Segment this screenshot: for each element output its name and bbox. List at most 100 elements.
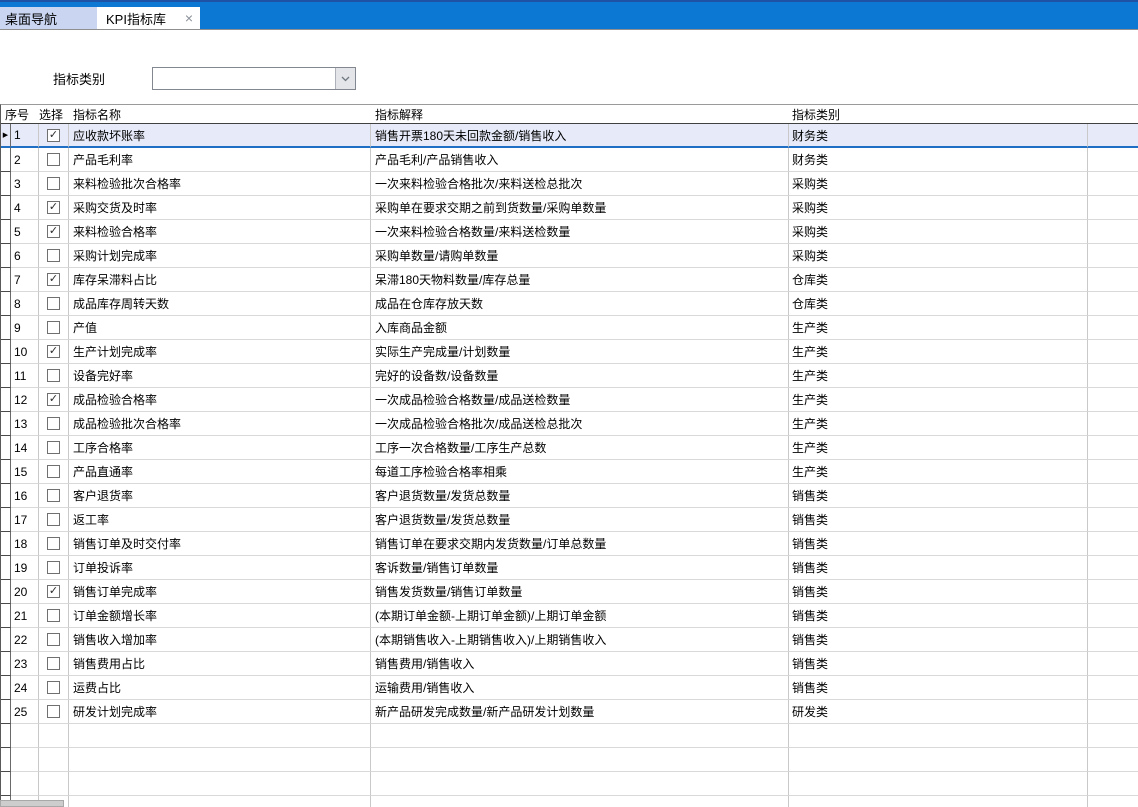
row-selector-gutter[interactable] xyxy=(1,772,11,796)
header-seq[interactable]: 序号 xyxy=(1,105,39,123)
row-seq: 12 xyxy=(11,388,39,412)
table-row[interactable]: 16 客户退货率 客户退货数量/发货总数量 销售类 xyxy=(1,484,1138,508)
table-row[interactable]: 6 采购计划完成率 采购单数量/请购单数量 采购类 xyxy=(1,244,1138,268)
row-checkbox[interactable] xyxy=(47,657,60,670)
header-indicator-explanation[interactable]: 指标解释 xyxy=(371,105,789,123)
table-row[interactable]: 5 ✓ 来料检验合格率 一次来料检验合格数量/来料送检数量 采购类 xyxy=(1,220,1138,244)
row-selector-gutter[interactable] xyxy=(1,292,11,316)
row-checkbox[interactable] xyxy=(47,297,60,310)
row-checkbox[interactable]: ✓ xyxy=(47,201,60,214)
row-selector-gutter[interactable] xyxy=(1,340,11,364)
row-selector-gutter[interactable] xyxy=(1,388,11,412)
table-row[interactable]: ▶ 1 ✓ 应收款坏账率 销售开票180天未回款金额/销售收入 财务类 xyxy=(1,124,1138,148)
table-row[interactable]: 13 成品检验批次合格率 一次成品检验合格批次/成品送检总批次 生产类 xyxy=(1,412,1138,436)
row-checkbox[interactable] xyxy=(47,489,60,502)
row-indicator-explanation: 一次成品检验合格批次/成品送检总批次 xyxy=(371,412,789,436)
row-checkbox[interactable]: ✓ xyxy=(47,585,60,598)
table-row[interactable] xyxy=(1,772,1138,796)
row-checkbox[interactable] xyxy=(47,465,60,478)
row-selector-gutter[interactable] xyxy=(1,172,11,196)
table-row[interactable]: 15 产品直通率 每道工序检验合格率相乘 生产类 xyxy=(1,460,1138,484)
row-selector-gutter[interactable] xyxy=(1,148,11,172)
row-seq: 15 xyxy=(11,460,39,484)
table-row[interactable]: 11 设备完好率 完好的设备数/设备数量 生产类 xyxy=(1,364,1138,388)
row-selector-gutter[interactable] xyxy=(1,628,11,652)
row-selector-gutter[interactable] xyxy=(1,244,11,268)
row-selector-gutter[interactable] xyxy=(1,700,11,724)
tab-close-icon[interactable]: × xyxy=(185,11,193,25)
table-row[interactable]: 8 成品库存周转天数 成品在仓库存放天数 仓库类 xyxy=(1,292,1138,316)
table-row[interactable]: 7 ✓ 库存呆滞料占比 呆滞180天物料数量/库存总量 仓库类 xyxy=(1,268,1138,292)
row-selector-gutter[interactable]: ▶ xyxy=(1,124,11,148)
table-row[interactable]: 20 ✓ 销售订单完成率 销售发货数量/销售订单数量 销售类 xyxy=(1,580,1138,604)
row-checkbox[interactable]: ✓ xyxy=(47,225,60,238)
table-row[interactable]: 25 研发计划完成率 新产品研发完成数量/新产品研发计划数量 研发类 xyxy=(1,700,1138,724)
row-selector-gutter[interactable] xyxy=(1,580,11,604)
row-selector-gutter[interactable] xyxy=(1,484,11,508)
table-row[interactable]: 19 订单投诉率 客诉数量/销售订单数量 销售类 xyxy=(1,556,1138,580)
row-checkbox[interactable] xyxy=(47,441,60,454)
row-selector-gutter[interactable] xyxy=(1,196,11,220)
header-indicator-category[interactable]: 指标类别 xyxy=(789,105,1088,123)
table-row[interactable] xyxy=(1,724,1138,748)
row-checkbox[interactable]: ✓ xyxy=(47,129,60,142)
row-checkbox[interactable] xyxy=(47,561,60,574)
row-checkbox[interactable]: ✓ xyxy=(47,273,60,286)
header-indicator-name[interactable]: 指标名称 xyxy=(69,105,371,123)
table-row[interactable]: 22 销售收入增加率 (本期销售收入-上期销售收入)/上期销售收入 销售类 xyxy=(1,628,1138,652)
row-checkbox[interactable] xyxy=(47,417,60,430)
tab-kpi-library[interactable]: KPI指标库 × xyxy=(97,7,200,29)
row-checkbox[interactable] xyxy=(47,177,60,190)
indicator-category-dropdown[interactable] xyxy=(152,67,356,90)
row-checkbox[interactable] xyxy=(47,153,60,166)
table-row[interactable]: 2 产品毛利率 产品毛利/产品销售收入 财务类 xyxy=(1,148,1138,172)
table-row[interactable]: 23 销售费用占比 销售费用/销售收入 销售类 xyxy=(1,652,1138,676)
row-selector-gutter[interactable] xyxy=(1,268,11,292)
row-selector-gutter[interactable] xyxy=(1,676,11,700)
table-row[interactable]: 4 ✓ 采购交货及时率 采购单在要求交期之前到货数量/采购单数量 采购类 xyxy=(1,196,1138,220)
header-select[interactable]: 选择 xyxy=(39,105,69,123)
row-trailing-cell xyxy=(1088,556,1138,580)
row-selector-gutter[interactable] xyxy=(1,604,11,628)
row-selector-gutter[interactable] xyxy=(1,532,11,556)
table-row[interactable] xyxy=(1,796,1138,807)
table-row[interactable]: 12 ✓ 成品检验合格率 一次成品检验合格数量/成品送检数量 生产类 xyxy=(1,388,1138,412)
row-selector-gutter[interactable] xyxy=(1,460,11,484)
table-row[interactable]: 3 来料检验批次合格率 一次来料检验合格批次/来料送检总批次 采购类 xyxy=(1,172,1138,196)
row-checkbox[interactable] xyxy=(47,249,60,262)
table-row[interactable]: 10 ✓ 生产计划完成率 实际生产完成量/计划数量 生产类 xyxy=(1,340,1138,364)
row-selector-gutter[interactable] xyxy=(1,748,11,772)
row-checkbox[interactable] xyxy=(47,321,60,334)
row-checkbox[interactable] xyxy=(47,369,60,382)
row-selector-gutter[interactable] xyxy=(1,220,11,244)
row-checkbox[interactable] xyxy=(47,537,60,550)
row-indicator-name: 来料检验合格率 xyxy=(69,220,371,244)
table-row[interactable]: 17 返工率 客户退货数量/发货总数量 销售类 xyxy=(1,508,1138,532)
row-selector-gutter[interactable] xyxy=(1,652,11,676)
row-checkbox[interactable]: ✓ xyxy=(47,345,60,358)
row-selector-gutter[interactable] xyxy=(1,316,11,340)
horizontal-scrollbar-thumb[interactable] xyxy=(0,800,64,807)
row-checkbox[interactable] xyxy=(47,633,60,646)
row-selector-gutter[interactable] xyxy=(1,556,11,580)
row-seq: 19 xyxy=(11,556,39,580)
table-row[interactable]: 9 产值 入库商品金额 生产类 xyxy=(1,316,1138,340)
chevron-down-icon[interactable] xyxy=(335,68,355,89)
row-checkbox[interactable] xyxy=(47,513,60,526)
row-checkbox[interactable] xyxy=(47,681,60,694)
row-selector-gutter[interactable] xyxy=(1,724,11,748)
table-row[interactable]: 18 销售订单及时交付率 销售订单在要求交期内发货数量/订单总数量 销售类 xyxy=(1,532,1138,556)
table-row[interactable]: 21 订单金额增长率 (本期订单金额-上期订单金额)/上期订单金额 销售类 xyxy=(1,604,1138,628)
row-checkbox[interactable]: ✓ xyxy=(47,393,60,406)
table-row[interactable] xyxy=(1,748,1138,772)
tab-desktop-navigation[interactable]: 桌面导航 xyxy=(0,7,97,29)
row-selector-gutter[interactable] xyxy=(1,364,11,388)
row-selector-gutter[interactable] xyxy=(1,412,11,436)
row-checkbox[interactable] xyxy=(47,705,60,718)
row-selector-gutter[interactable] xyxy=(1,508,11,532)
row-selector-gutter[interactable] xyxy=(1,436,11,460)
table-row[interactable]: 24 运费占比 运输费用/销售收入 销售类 xyxy=(1,676,1138,700)
row-checkbox[interactable] xyxy=(47,609,60,622)
table-row[interactable]: 14 工序合格率 工序一次合格数量/工序生产总数 生产类 xyxy=(1,436,1138,460)
row-indicator-explanation: 销售订单在要求交期内发货数量/订单总数量 xyxy=(371,532,789,556)
